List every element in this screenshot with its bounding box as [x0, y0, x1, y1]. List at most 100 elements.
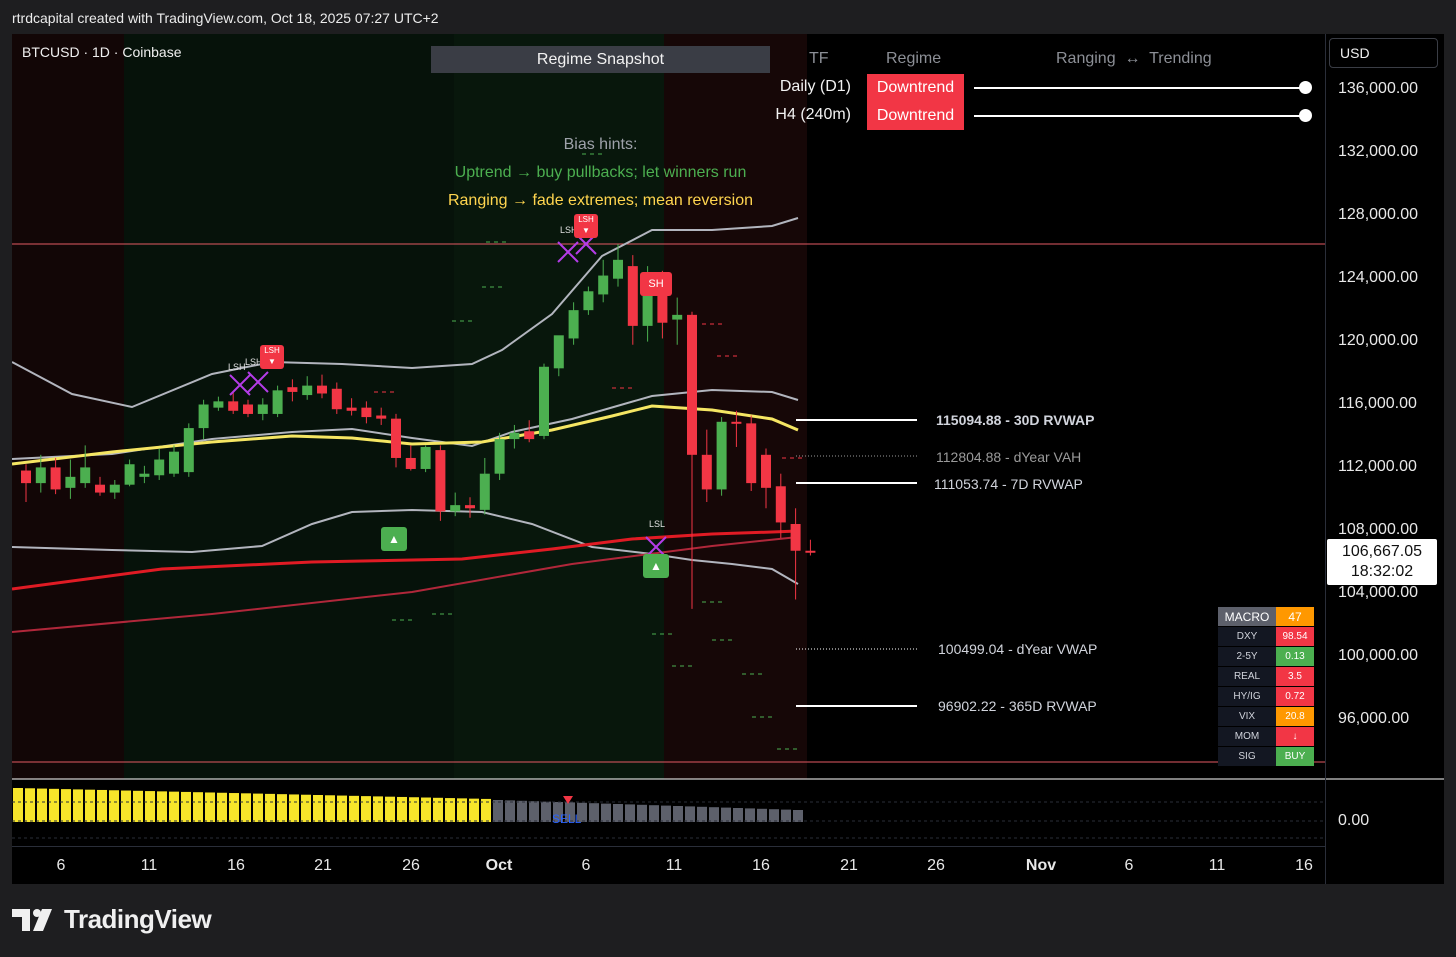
regime-slider-track [974, 115, 1304, 117]
oscillator-bar [385, 796, 395, 822]
candle-body [627, 266, 638, 326]
oscillator-bar [793, 810, 803, 822]
chart-frame[interactable]: BTCUSD · 1D · Coinbase Regime Snapshot T… [12, 34, 1444, 884]
regime-row-daily: Daily (D1) Downtrend [761, 74, 1321, 102]
level-label-dyear-vah: 112804.88 - dYear VAH [936, 449, 1082, 465]
oscillator-bar [361, 796, 371, 822]
macro-title: MACRO [1218, 607, 1276, 627]
candle-body [154, 459, 165, 476]
candle-body [124, 464, 135, 485]
tradingview-logo-icon [12, 908, 52, 931]
candle-body [790, 524, 801, 551]
regime-row-h4: H4 (240m) Downtrend [761, 102, 1321, 130]
oscillator-bar [517, 800, 527, 822]
oscillator-bar [397, 796, 407, 822]
candle-body [613, 259, 623, 279]
oscillator-bar [721, 807, 731, 822]
candle-body [272, 390, 283, 414]
oscillator-bar [97, 789, 107, 822]
price-tick: 116,000.00 [1338, 395, 1417, 412]
candle-body [346, 407, 357, 411]
regime-header: Regime Snapshot [431, 46, 770, 73]
candle-body [109, 484, 120, 493]
candle-body [672, 314, 683, 320]
oscillator-bar [733, 808, 743, 822]
regime-badge: Downtrend [867, 74, 964, 102]
macro-row: REAL 3.5 [1218, 667, 1314, 687]
date-tick: 11 [1208, 857, 1226, 874]
candle-body [642, 291, 653, 326]
price-tick: 96,000.00 [1338, 710, 1410, 727]
candle-body [509, 432, 520, 440]
price-tick: 108,000.00 [1338, 521, 1419, 538]
candle-body [761, 454, 771, 488]
tradingview-logo: TradingView [12, 904, 212, 935]
oscillator-bar [157, 791, 167, 822]
candle-body [539, 366, 549, 436]
date-tick: 16 [1295, 857, 1313, 874]
level-label-dyear-vwap: 100499.04 - dYear VWAP [938, 641, 1098, 657]
oscillator-bar [505, 800, 515, 822]
oscillator-bar [685, 806, 695, 822]
candle-body [243, 404, 253, 414]
currency-button[interactable]: USD [1329, 38, 1438, 68]
macro-value: 98.54 [1276, 627, 1314, 647]
regime-shade-band [124, 34, 454, 779]
candle-body [583, 291, 594, 311]
oscillator-bar [313, 795, 323, 822]
oscillator-bar [697, 806, 707, 822]
oscillator-bar [661, 805, 671, 822]
oscillator-bar [37, 788, 47, 822]
pivot-low-up-badge: ▲ [643, 554, 669, 578]
oscillator-bar [637, 804, 647, 822]
regime-slider-knob [1299, 109, 1312, 122]
candle-body [302, 385, 313, 396]
candle-body [361, 407, 372, 418]
macro-row: 2-5Y 0.13 [1218, 647, 1314, 667]
macro-key: SIG [1218, 747, 1276, 767]
date-axis[interactable]: 6 11 16 21 26 Oct 6 11 16 21 26 Nov 6 11 16 [12, 846, 1325, 885]
oscillator-bar [781, 809, 791, 822]
candle-body [183, 428, 194, 473]
pivot-lsh-label: LSH [228, 362, 246, 372]
macro-key: 2-5Y [1218, 647, 1276, 667]
date-tick: 11 [140, 857, 158, 874]
oscillator-bar [277, 794, 287, 822]
candle-body [687, 314, 697, 455]
oscillator-bar [421, 797, 431, 822]
bias-ranging-hint: Ranging → fade extremes; mean reversion [447, 192, 754, 209]
level-label-30d-rvwap: 115094.88 - 30D RVWAP [936, 412, 1095, 428]
macro-value: BUY [1276, 747, 1314, 767]
symbol-title[interactable]: BTCUSD · 1D · Coinbase [22, 44, 182, 60]
candle-body [568, 310, 579, 339]
macro-value: ↓ [1276, 727, 1314, 747]
macro-table: MACRO 47 DXY 98.54 2-5Y 0.13 REAL 3.5 HY/IG 0.7… [1218, 607, 1314, 767]
candle-body [435, 450, 446, 512]
candle-body [287, 387, 298, 392]
oscillator-zero-tick: 0.00 [1338, 812, 1370, 829]
oscillator-bar [709, 807, 719, 822]
oscillator-bar [589, 803, 599, 822]
price-axis[interactable]: USD 136,000.00 132,000.00 128,000.00 124,00… [1325, 34, 1445, 884]
oscillator-bar [625, 804, 635, 822]
regime-slider-knob [1299, 81, 1312, 94]
tradingview-wordmark: TradingView [64, 904, 212, 934]
candle-body [701, 454, 712, 490]
oscillator-bar [289, 794, 299, 822]
candle-body [139, 473, 150, 477]
oscillator-bar [229, 793, 239, 822]
pivot-lsl-label: LSL [649, 519, 666, 529]
oscillator-bar [217, 792, 227, 822]
oscillator-bar [253, 793, 263, 822]
oscillator-bar [673, 806, 683, 822]
candle-body [65, 476, 76, 488]
oscillator-bar [769, 809, 779, 822]
regime-col-tf: TF [809, 50, 829, 67]
candle-body [805, 550, 816, 553]
macro-row: MOM ↓ [1218, 727, 1314, 747]
bias-uptrend-hint: Uptrend → buy pullbacks; let winners run [454, 164, 747, 181]
price-tick: 128,000.00 [1338, 206, 1419, 223]
pivot-lsh-badge: LSH ▼ [574, 214, 598, 238]
oscillator-bar [601, 803, 611, 822]
bar-countdown: 18:32:02 [1350, 563, 1414, 580]
